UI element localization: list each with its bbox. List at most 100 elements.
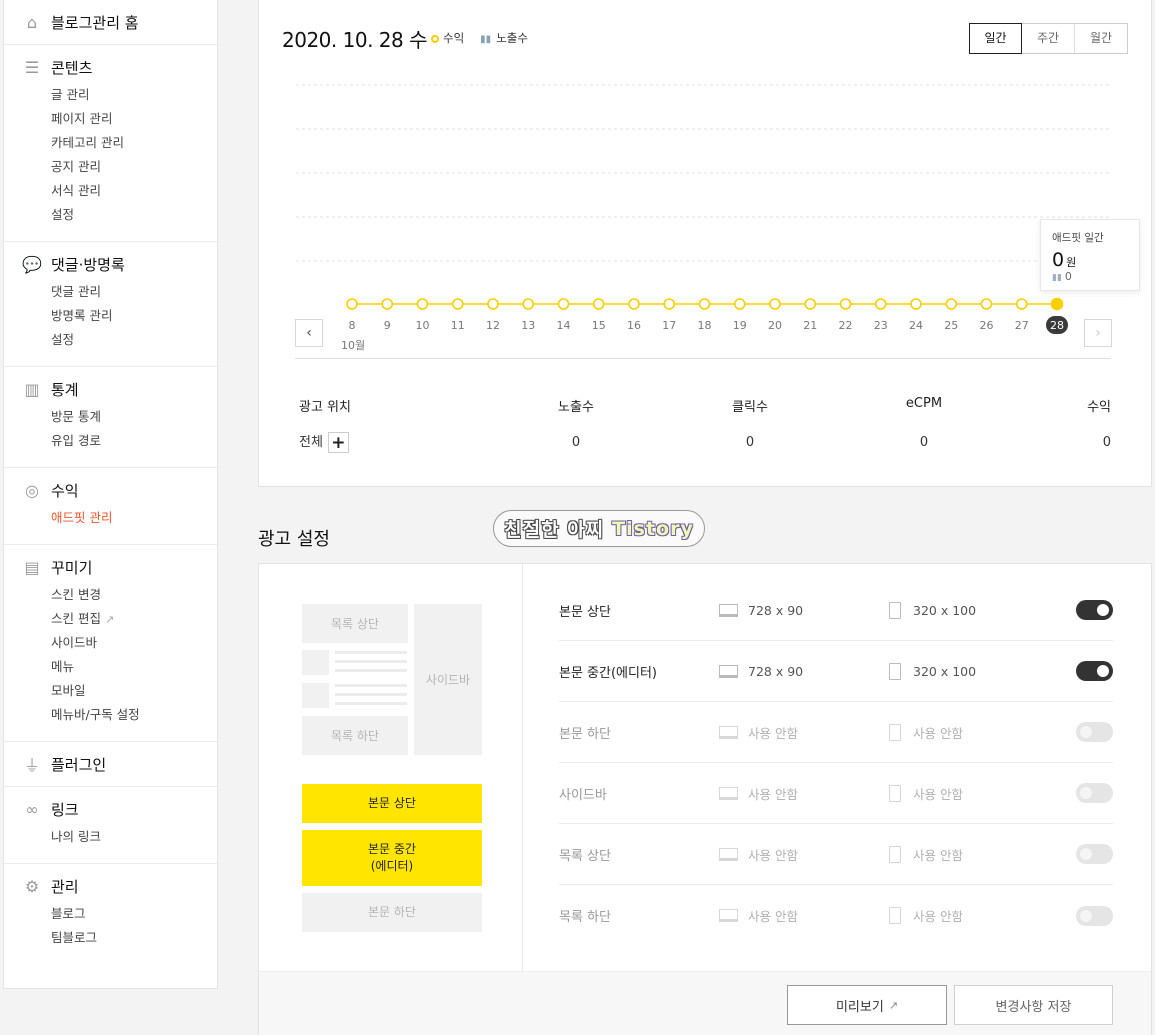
ad-position-preview: 목록 상단 사이드바 목록 하단 본문 상단 본문 중간 (에디터) 본문 하단 [259, 564, 523, 971]
chart-next-button[interactable]: › [1084, 319, 1112, 347]
ad-toggle-switch[interactable] [1076, 905, 1113, 926]
sidebar-item[interactable]: 나의 링크 [4, 825, 217, 849]
save-changes-button[interactable]: 변경사항 저장 [954, 985, 1113, 1025]
sidebar-group-header[interactable]: ∞ 링크 [4, 797, 217, 821]
sidebar-item[interactable]: 페이지 관리 [4, 107, 217, 131]
ad-position-name: 본문 중간(에디터) [559, 665, 657, 681]
sidebar-group-header[interactable]: ◎ 수익 [4, 478, 217, 502]
sidebar-item[interactable]: 방문 통계 [4, 405, 217, 429]
preview-body-bottom-button[interactable]: 본문 하단 [302, 893, 482, 932]
sidebar-item[interactable]: 스킨 편집 ↗ [4, 607, 217, 631]
expand-plus-button[interactable]: + [327, 432, 349, 453]
sidebar-group-header[interactable]: ▥ 통계 [4, 377, 217, 401]
preview-button[interactable]: 미리보기 ↗ [787, 985, 947, 1025]
sidebar-item[interactable]: 글 관리 [4, 83, 217, 107]
chart-tooltip: 애드핏 일간 0원 ▮▮ 0 [1040, 219, 1140, 291]
tab-daily[interactable]: 일간 [969, 23, 1022, 54]
preview-thumb [302, 650, 329, 675]
sidebar-group: ⚙ 관리블로그팀블로그 [4, 864, 217, 964]
sidebar-item[interactable]: 모바일 [4, 679, 217, 703]
ad-toggle-switch[interactable] [1076, 844, 1113, 864]
data-point [628, 298, 640, 310]
x-tick-label: 26 [980, 319, 994, 332]
sidebar-item[interactable]: 블로그 [4, 902, 217, 926]
chart-prev-button[interactable]: ‹ [295, 319, 323, 347]
chart-legend: 수익 ▮▮ 노출수 [431, 30, 528, 46]
ad-toggle-switch[interactable] [1076, 661, 1113, 681]
x-tick-label: 18 [698, 319, 712, 332]
sidebar-item[interactable]: 스킨 변경 [4, 583, 217, 607]
monitor-icon [719, 664, 738, 678]
x-tick-label: 21 [803, 319, 817, 332]
home-icon: ⌂ [26, 12, 38, 32]
sidebar-item[interactable]: 방명록 관리 [4, 304, 217, 328]
sidebar-item[interactable]: 유입 경로 [4, 429, 217, 453]
ad-setting-row: 본문 하단 사용 안함 사용 안함 [559, 702, 1113, 763]
data-point [769, 298, 781, 310]
tooltip-amount: 0원 [1052, 249, 1128, 271]
tab-monthly[interactable]: 월간 [1074, 24, 1127, 53]
divider [295, 358, 1111, 359]
data-point [592, 298, 605, 310]
preview-body-top-button[interactable]: 본문 상단 [302, 784, 482, 823]
data-point [839, 298, 852, 310]
ad-toggle-switch[interactable] [1076, 722, 1113, 742]
data-point [804, 298, 817, 310]
sidebar-group-header[interactable]: ☰ 콘텐츠 [4, 55, 217, 79]
pc-size: 728 x 90 [719, 603, 889, 618]
sidebar-item[interactable]: 팀블로그 [4, 926, 217, 950]
speech-bubble-icon: 💬 [22, 254, 42, 274]
x-tick-label: 16 [627, 319, 641, 332]
sidebar-item[interactable]: 카테고리 관리 [4, 131, 217, 155]
sidebar-group-header[interactable]: ⌂ 블로그관리 홈 [4, 10, 217, 34]
watermark: 친절한 아찌 Tistory [493, 510, 705, 547]
ad-toggle-switch[interactable] [1076, 783, 1113, 803]
data-point [874, 298, 887, 310]
bar-icon: ▮▮ [1052, 273, 1062, 283]
ad-settings-card: 목록 상단 사이드바 목록 하단 본문 상단 본문 중간 (에디터) 본문 하단… [258, 563, 1152, 1035]
x-tick-label: 28 [1050, 319, 1064, 332]
mobile-icon [889, 662, 901, 680]
pc-size: 사용 안함 [719, 906, 889, 925]
sidebar-group-header[interactable]: ▤ 꾸미기 [4, 555, 217, 579]
pc-size: 사용 안함 [719, 784, 889, 803]
sidebar-group-header[interactable]: ⏚ 플러그인 [4, 752, 217, 776]
sidebar-item[interactable]: 설정 [4, 328, 217, 352]
data-point [980, 298, 993, 310]
sidebar-group: ▤ 꾸미기스킨 변경 스킨 편집 ↗ 사이드바메뉴모바일 메뉴바/구독 설정 [4, 545, 217, 742]
x-tick-label: 9 [384, 319, 391, 332]
sidebar-item-label: 팀블로그 [51, 930, 98, 945]
tab-weekly[interactable]: 주간 [1021, 24, 1074, 53]
bar-chart-icon: ▥ [24, 379, 40, 399]
mobile-size: 320 x 100 [889, 601, 1059, 619]
mobile-size-value: 320 x 100 [913, 663, 977, 679]
sidebar-item-label: 글 관리 [51, 87, 90, 102]
sidebar-item[interactable]: 공지 관리 [4, 155, 217, 179]
header-ecpm: eCPM [905, 396, 943, 411]
sidebar-item-label: 방문 통계 [51, 409, 101, 424]
preview-body-middle-button[interactable]: 본문 중간 (에디터) [302, 830, 482, 886]
sidebar-group-title: 댓글·방명록 [51, 255, 125, 274]
mobile-size-value: 사용 안함 [913, 909, 963, 924]
sidebar-item-label: 스킨 편집 [51, 611, 101, 626]
sidebar-item[interactable]: 댓글 관리 [4, 280, 217, 304]
sidebar-item[interactable]: 애드핏 관리 [4, 506, 217, 530]
sidebar-item[interactable]: 메뉴 [4, 655, 217, 679]
sidebar-item-label: 메뉴 [51, 659, 75, 674]
sidebar-item[interactable]: 서식 관리 [4, 179, 217, 203]
data-point [381, 298, 394, 310]
stats-table-header: 광고 위치 노출수 클릭수 eCPM 수익 [299, 396, 1111, 415]
sidebar-item[interactable]: 설정 [4, 203, 217, 227]
tooltip-title: 애드핏 일간 [1052, 232, 1104, 244]
sidebar-group-header[interactable]: 💬 댓글·방명록 [4, 252, 217, 276]
sidebar-group-header[interactable]: ⚙ 관리 [4, 874, 217, 898]
sidebar-item[interactable]: 사이드바 [4, 631, 217, 655]
sidebar-item[interactable]: 메뉴바/구독 설정 [4, 703, 217, 727]
row-label-cell: 전체 + [299, 431, 489, 453]
legend-revenue: 수익 [431, 30, 464, 46]
sidebar-item-label: 설정 [51, 332, 75, 347]
ad-toggle-switch[interactable] [1076, 600, 1113, 620]
sidebar-item-label: 나의 링크 [51, 829, 101, 844]
legend-impressions-label: 노출수 [496, 31, 528, 45]
x-tick-label: 22 [839, 319, 853, 332]
